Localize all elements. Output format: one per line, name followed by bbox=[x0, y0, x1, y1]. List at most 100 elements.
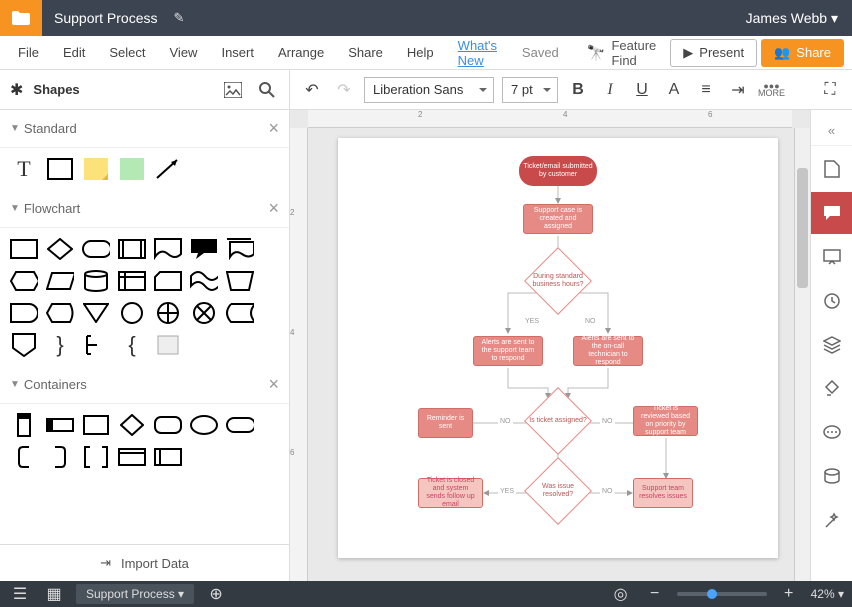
shape-bracket-l[interactable] bbox=[10, 446, 38, 468]
shape-hexagon[interactable] bbox=[10, 270, 38, 292]
node-alert-oncall[interactable]: Alerts are sent to the on-call technicia… bbox=[573, 336, 643, 366]
zoom-value[interactable]: 42% ▾ bbox=[811, 587, 844, 601]
magic-icon[interactable] bbox=[811, 500, 852, 542]
close-icon[interactable]: × bbox=[268, 374, 279, 395]
folder-button[interactable] bbox=[0, 0, 42, 36]
node-create[interactable]: Support case is created and assigned bbox=[523, 204, 593, 234]
import-data-button[interactable]: ⇥ Import Data bbox=[0, 544, 289, 581]
shape-decision[interactable] bbox=[46, 238, 74, 260]
zoom-out-icon[interactable]: − bbox=[643, 582, 667, 606]
menu-arrange[interactable]: Arrange bbox=[268, 41, 334, 64]
shape-tape[interactable] bbox=[190, 270, 218, 292]
section-standard[interactable]: ▼ Standard × bbox=[0, 110, 289, 148]
shape-storage[interactable] bbox=[226, 302, 254, 324]
diagram-page[interactable]: Ticket/email submitted by customer Suppo… bbox=[338, 138, 778, 558]
shape-swimlane-h[interactable] bbox=[46, 414, 74, 436]
shape-process[interactable] bbox=[10, 238, 38, 260]
zoom-in-icon[interactable]: + bbox=[777, 582, 801, 606]
chat-icon[interactable] bbox=[811, 412, 852, 454]
share-button[interactable]: 👥 Share bbox=[761, 39, 844, 67]
shape-brackets[interactable] bbox=[82, 446, 110, 468]
shape-note-right[interactable] bbox=[82, 334, 110, 356]
shape-delay[interactable] bbox=[10, 302, 38, 324]
menu-help[interactable]: Help bbox=[397, 41, 444, 64]
fullscreen-icon[interactable]: ⛶ bbox=[818, 78, 842, 102]
node-resolved[interactable]: Was issue resolved? bbox=[523, 466, 593, 516]
image-icon[interactable] bbox=[221, 78, 245, 102]
node-review[interactable]: Ticket is reviewed based on priority by … bbox=[633, 406, 698, 436]
zoom-fit-icon[interactable]: ◎ bbox=[609, 582, 633, 606]
shape-card[interactable] bbox=[154, 270, 182, 292]
shape-triangle[interactable] bbox=[82, 302, 110, 324]
undo-icon[interactable]: ↶ bbox=[300, 78, 324, 102]
more-button[interactable]: ●●●MORE bbox=[758, 83, 785, 97]
menu-share[interactable]: Share bbox=[338, 41, 393, 64]
close-icon[interactable]: × bbox=[268, 118, 279, 139]
shape-container-pill[interactable] bbox=[226, 414, 254, 436]
indent-icon[interactable]: ⇥ bbox=[726, 78, 750, 102]
text-color-icon[interactable]: A bbox=[662, 78, 686, 102]
feature-find[interactable]: 🔭 Feature Find bbox=[577, 38, 667, 68]
add-page-icon[interactable]: ⊕ bbox=[204, 582, 228, 606]
scrollbar-vertical[interactable] bbox=[794, 128, 810, 581]
shape-swatch[interactable] bbox=[154, 334, 182, 356]
zoom-thumb[interactable] bbox=[707, 589, 717, 599]
menu-insert[interactable]: Insert bbox=[211, 41, 264, 64]
shape-container-rect[interactable] bbox=[82, 414, 110, 436]
menu-file[interactable]: File bbox=[8, 41, 49, 64]
shape-database[interactable] bbox=[82, 270, 110, 292]
shape-or[interactable] bbox=[190, 302, 218, 324]
list-view-icon[interactable]: ☰ bbox=[8, 582, 32, 606]
shape-container-ellipse[interactable] bbox=[190, 414, 218, 436]
menu-whats-new[interactable]: What's New bbox=[448, 34, 508, 72]
shapes-settings-icon[interactable]: ✱ bbox=[10, 80, 23, 100]
close-icon[interactable]: × bbox=[268, 198, 279, 219]
shape-rect[interactable] bbox=[46, 158, 74, 180]
shape-parallelogram[interactable] bbox=[46, 270, 74, 292]
page-tab[interactable]: Support Process ▾ bbox=[76, 584, 194, 604]
bold-icon[interactable]: B bbox=[566, 78, 590, 102]
shape-swimlane-v[interactable] bbox=[10, 414, 38, 436]
shape-arrow[interactable] bbox=[154, 158, 182, 180]
paint-icon[interactable] bbox=[811, 368, 852, 410]
shape-predefined[interactable] bbox=[118, 238, 146, 260]
shape-multidoc[interactable] bbox=[226, 238, 254, 260]
shape-container-diamond[interactable] bbox=[118, 414, 146, 436]
shape-note-yellow[interactable] bbox=[82, 158, 110, 180]
section-containers[interactable]: ▼ Containers × bbox=[0, 366, 289, 404]
rename-icon[interactable]: ✎ bbox=[174, 10, 185, 26]
node-start[interactable]: Ticket/email submitted by customer bbox=[519, 156, 597, 186]
collapse-dock-button[interactable]: « bbox=[811, 116, 852, 146]
underline-icon[interactable]: U bbox=[630, 78, 654, 102]
italic-icon[interactable]: I bbox=[598, 78, 622, 102]
menu-view[interactable]: View bbox=[160, 41, 208, 64]
font-size-select[interactable]: 7 pt bbox=[502, 77, 558, 103]
user-menu[interactable]: James Webb ▾ bbox=[732, 10, 852, 27]
data-icon[interactable] bbox=[811, 456, 852, 498]
search-icon[interactable] bbox=[255, 78, 279, 102]
shape-toplabel[interactable] bbox=[118, 446, 146, 468]
shape-text[interactable]: T bbox=[10, 158, 38, 180]
present-button[interactable]: ▶ Present bbox=[670, 39, 757, 67]
layers-icon[interactable] bbox=[811, 324, 852, 366]
node-reminder[interactable]: Reminder is sent bbox=[418, 408, 473, 438]
comment-icon[interactable] bbox=[811, 192, 852, 234]
shape-note-green[interactable] bbox=[118, 158, 146, 180]
menu-select[interactable]: Select bbox=[99, 41, 155, 64]
menu-edit[interactable]: Edit bbox=[53, 41, 95, 64]
shape-brace-right[interactable]: } bbox=[46, 334, 74, 356]
zoom-slider[interactable] bbox=[677, 592, 767, 596]
node-alert-team[interactable]: Alerts are sent to the support team to r… bbox=[473, 336, 543, 366]
redo-icon[interactable]: ↷ bbox=[332, 78, 356, 102]
history-icon[interactable] bbox=[811, 280, 852, 322]
align-icon[interactable]: ≡ bbox=[694, 78, 718, 102]
shape-leftlabel[interactable] bbox=[154, 446, 182, 468]
shape-bracket-r[interactable] bbox=[46, 446, 74, 468]
section-flowchart[interactable]: ▼ Flowchart × bbox=[0, 190, 289, 228]
shape-callout[interactable] bbox=[190, 238, 218, 260]
document-title[interactable]: Support Process bbox=[42, 10, 170, 26]
presentation-icon[interactable] bbox=[811, 236, 852, 278]
shape-manual[interactable] bbox=[226, 270, 254, 292]
shape-terminator[interactable] bbox=[82, 238, 110, 260]
shape-offpage[interactable] bbox=[10, 334, 38, 356]
